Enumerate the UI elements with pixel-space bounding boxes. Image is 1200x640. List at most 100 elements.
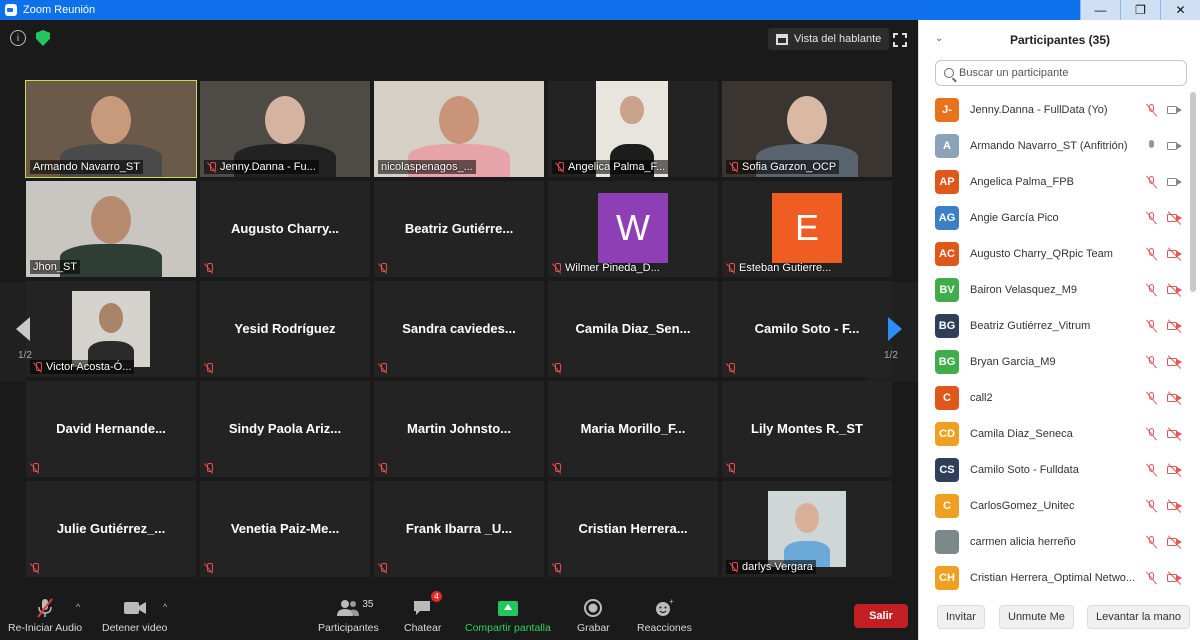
record-button[interactable]: Grabar (577, 597, 610, 634)
participant-search-box[interactable] (935, 60, 1187, 86)
participant-row[interactable]: C CarlosGomez_Unitec (919, 488, 1189, 524)
svg-text:+: + (669, 597, 674, 606)
participant-row[interactable]: AP Angelica Palma_FPB (919, 164, 1189, 200)
tile-participant-name: Esteban Gutierre... (739, 262, 832, 274)
muted-mic-icon (204, 363, 214, 374)
video-tile[interactable]: Maria Morillo_F... (548, 381, 718, 477)
video-tile[interactable]: Frank Ibarra _U... (374, 481, 544, 577)
audio-button[interactable]: Re-Iniciar Audio (8, 597, 82, 634)
muted-mic-icon (1145, 175, 1159, 189)
next-page-arrow-icon[interactable] (888, 317, 902, 341)
video-tile[interactable]: Venetia Paiz-Me... (200, 481, 370, 577)
video-off-icon (1167, 356, 1183, 368)
video-tile[interactable]: Jhon_ST (26, 181, 196, 277)
tile-name-label (552, 363, 562, 374)
tile-name-label (204, 363, 214, 374)
encryption-shield-icon[interactable] (36, 30, 50, 46)
reactions-emoji-icon: + (653, 597, 675, 619)
video-tile[interactable]: E Esteban Gutierre... (722, 181, 892, 277)
muted-mic-icon (726, 463, 736, 474)
participant-row[interactable]: AC Augusto Charry_QRpic Team (919, 236, 1189, 272)
participant-row[interactable]: Ccall2 (919, 380, 1189, 416)
video-area: i Vista del hablante Armando Navarro_ST J… (0, 20, 918, 640)
participant-row[interactable]: A Armando Navarro_ST (Anfitrión) (919, 128, 1189, 164)
meeting-toolbar: Re-Iniciar Audio ^ Detener video ^ 35 Pa… (0, 591, 918, 640)
participant-row[interactable]: BG Beatriz Gutiérrez_Vitrum (919, 308, 1189, 344)
participant-row[interactable]: AG Angie García Pico (919, 200, 1189, 236)
participant-name: call2 (970, 392, 993, 404)
video-tile[interactable]: darlys Vergara (722, 481, 892, 577)
speaker-view-icon (776, 33, 788, 45)
video-button[interactable]: Detener video (102, 597, 167, 634)
collapse-chevron-icon[interactable]: ⌄ (935, 33, 943, 44)
chat-button[interactable]: 4 Chatear (404, 591, 442, 634)
zoom-app-icon (5, 4, 17, 16)
video-tile[interactable]: Cristian Herrera... (548, 481, 718, 577)
video-tile[interactable]: Camila Diaz_Sen... (548, 281, 718, 377)
audio-options-caret-icon[interactable]: ^ (76, 602, 80, 612)
participant-row[interactable]: CH Cristian Herrera_Optimal Netwo... (919, 560, 1189, 592)
video-tile[interactable]: Sandra caviedes... (374, 281, 544, 377)
muted-mic-icon (1145, 319, 1159, 333)
video-off-icon (1167, 212, 1183, 224)
share-screen-button[interactable]: Compartir pantalla (465, 597, 551, 634)
video-tile[interactable]: Jenny.Danna - Fu... (200, 81, 370, 177)
video-tile[interactable]: Camilo Soto - F... (722, 281, 892, 377)
participant-avatar: BG (935, 350, 959, 374)
participant-row[interactable]: CD Camila Diaz_Seneca (919, 416, 1189, 452)
video-tile[interactable]: Beatriz Gutiérre... (374, 181, 544, 277)
video-tile[interactable]: Augusto Charry... (200, 181, 370, 277)
reactions-button[interactable]: + Reacciones (637, 597, 692, 634)
participant-row[interactable]: J- Jenny.Danna - FullData (Yo) (919, 92, 1189, 128)
video-tile[interactable]: W Wilmer Pineda_D... (548, 181, 718, 277)
participant-avatar: J- (935, 98, 959, 122)
info-icon[interactable]: i (10, 30, 26, 46)
participant-row[interactable]: CS Camilo Soto - Fulldata (919, 452, 1189, 488)
participant-list: J- Jenny.Danna - FullData (Yo) A Armando Na… (919, 92, 1200, 592)
close-button[interactable]: ✕ (1160, 0, 1200, 20)
invite-button[interactable]: Invitar (937, 605, 985, 629)
participant-row[interactable]: BG Bryan Garcia_M9 (919, 344, 1189, 380)
video-tile[interactable]: Sofia Garzon_OCP (722, 81, 892, 177)
participant-list-scrollbar[interactable] (1190, 92, 1196, 292)
window-title: Zoom Reunión (23, 4, 96, 16)
participants-icon: 35 (336, 597, 373, 619)
participant-row[interactable]: BV Bairon Velasquez_M9 (919, 272, 1189, 308)
participant-name: Jenny.Danna - FullData (Yo) (970, 104, 1108, 116)
leave-meeting-button[interactable]: Salir (854, 604, 908, 628)
maximize-button[interactable]: ❐ (1120, 0, 1160, 20)
video-tile[interactable]: Sindy Paola Ariz... (200, 381, 370, 477)
page-indicator-right: 1/2 (884, 350, 898, 361)
raise-hand-button[interactable]: Levantar la mano (1087, 605, 1190, 629)
muted-mic-icon (378, 363, 388, 374)
unmute-me-button[interactable]: Unmute Me (999, 605, 1074, 629)
participant-search-input[interactable] (959, 67, 1159, 79)
video-tile[interactable]: Armando Navarro_ST (25, 80, 197, 178)
video-tile[interactable]: Lily Montes R._ST (722, 381, 892, 477)
video-off-icon (1167, 428, 1183, 440)
tile-name-label (378, 363, 388, 374)
tile-name-label: Victor Acosta-Ó... (30, 360, 135, 374)
tile-name-label (204, 463, 214, 474)
participant-row[interactable]: carmen alicia herreño (919, 524, 1189, 560)
fullscreen-icon[interactable] (893, 33, 907, 47)
minimize-button[interactable]: — (1080, 0, 1120, 20)
video-tile[interactable]: Yesid Rodríguez (200, 281, 370, 377)
participant-avatar: A (935, 134, 959, 158)
video-tile[interactable]: Julie Gutiérrez_... (26, 481, 196, 577)
previous-page-arrow-icon[interactable] (16, 317, 30, 341)
video-tile[interactable]: nicolaspenagos_... (374, 81, 544, 177)
video-options-caret-icon[interactable]: ^ (163, 602, 167, 612)
video-tile[interactable]: Angelica Palma_F... (548, 81, 718, 177)
reactions-label: Reacciones (637, 622, 692, 634)
tile-name-label (726, 463, 736, 474)
video-tile[interactable]: Victor Acosta-Ó... (26, 281, 196, 377)
tile-name-label (552, 563, 562, 574)
video-tile[interactable]: Martin Johnsto... (374, 381, 544, 477)
participants-button[interactable]: 35 Participantes (318, 597, 379, 634)
speaker-view-button[interactable]: Vista del hablante (768, 28, 890, 50)
video-tile[interactable]: David Hernande... (26, 381, 196, 477)
tile-participant-name: Wilmer Pineda_D... (565, 262, 660, 274)
participant-avatar: BG (935, 314, 959, 338)
tile-participant-name: Victor Acosta-Ó... (46, 361, 132, 373)
